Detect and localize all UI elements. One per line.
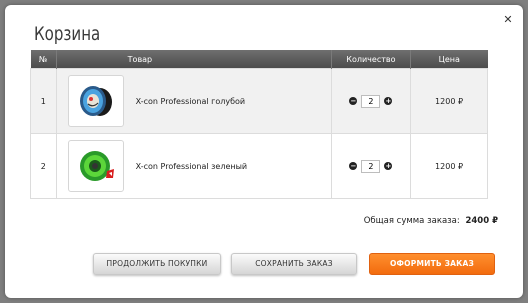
quantity-stepper: − + — [349, 159, 393, 173]
product-thumbnail[interactable] — [67, 140, 124, 192]
column-header-num: № — [30, 50, 57, 69]
product-cell: X-con Professional зеленый — [55, 133, 332, 199]
product-info: X-con Professional голубой — [57, 75, 331, 127]
product-name[interactable]: X-con Professional зеленый — [136, 162, 247, 171]
close-icon[interactable]: ✕ — [502, 14, 514, 26]
quantity-cell: − + — [330, 68, 412, 134]
quantity-input[interactable] — [361, 159, 381, 173]
page-title: Корзина — [34, 23, 101, 45]
product-name[interactable]: X-con Professional голубой — [136, 97, 245, 106]
table-row: 2 X-con Professional зеленый − 2 + 1200 … — [30, 133, 488, 199]
product-cell: X-con Professional голубой — [55, 68, 332, 134]
plus-icon[interactable]: + — [384, 97, 393, 105]
column-header-qty: Количество — [330, 50, 411, 69]
order-total: Общая сумма заказа: 2400 ₽ — [364, 216, 498, 226]
continue-shopping-button[interactable]: ПРОДОЛЖИТЬ ПОКУПКИ — [93, 253, 221, 275]
row-number: 1 — [30, 68, 57, 134]
table-row: 1 X-con Professional голубой − 2 + 1200 … — [30, 68, 488, 134]
table-header-row: № Товар Количество Цена — [30, 50, 488, 69]
checkout-button[interactable]: ОФОРМИТЬ ЗАКАЗ — [369, 253, 495, 275]
minus-icon[interactable]: − — [349, 97, 358, 105]
product-info: X-con Professional зеленый — [57, 140, 331, 192]
product-thumbnail[interactable] — [67, 75, 124, 127]
save-order-button[interactable]: СОХРАНИТЬ ЗАКАЗ — [231, 253, 357, 275]
quantity-input[interactable] — [361, 94, 381, 108]
quantity-cell: − + — [330, 133, 412, 199]
yoyo-green-icon — [79, 151, 114, 181]
yoyo-blue-icon — [79, 86, 112, 116]
order-total-label: Общая сумма заказа: — [363, 216, 460, 226]
price-cell: 1200 ₽ — [410, 68, 488, 134]
column-header-product: Товар — [55, 50, 332, 69]
row-number: 2 — [30, 133, 57, 199]
plus-icon[interactable]: + — [384, 162, 393, 170]
minus-icon[interactable]: − — [349, 162, 358, 170]
price-cell: 1200 ₽ — [410, 133, 488, 199]
order-total-value: 2400 ₽ — [465, 216, 498, 226]
quantity-stepper: − + — [349, 94, 393, 108]
cart-table: № Товар Количество Цена 1 X-con Professi… — [30, 50, 488, 199]
column-header-price: Цена — [410, 50, 488, 69]
